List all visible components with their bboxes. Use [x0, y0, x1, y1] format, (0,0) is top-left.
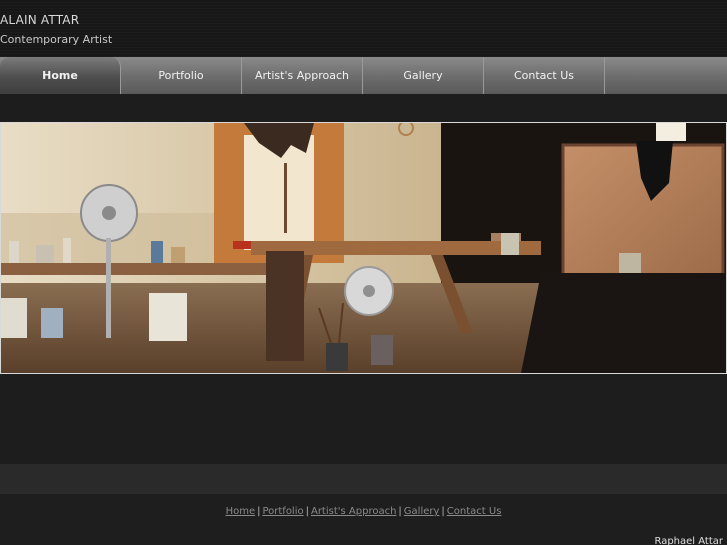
header: ALAIN ATTAR Contemporary Artist — [0, 0, 727, 57]
brush-jar — [326, 343, 348, 371]
hanging-cloth — [266, 251, 304, 361]
nav-item-contact-us[interactable]: Contact Us — [484, 57, 605, 94]
nav-item-gallery[interactable]: Gallery — [363, 57, 484, 94]
paint-bucket — [149, 293, 187, 341]
shelf — [1, 263, 301, 275]
site-title: ALAIN ATTAR — [0, 13, 80, 27]
page: ALAIN ATTAR Contemporary Artist Home Por… — [0, 0, 727, 545]
footer-separator: | — [305, 506, 309, 517]
site-subtitle: Contemporary Artist — [0, 33, 113, 46]
nav-item-portfolio[interactable]: Portfolio — [121, 57, 242, 94]
footer-separator: | — [441, 506, 445, 517]
nav-item-home[interactable]: Home — [0, 57, 121, 94]
footer: Home | Portfolio | Artist's Approach | Gallery… — [0, 494, 727, 545]
hero-studio-image — [0, 122, 727, 374]
studio-illustration — [1, 123, 726, 373]
site-credit: Raphael Attar — [654, 536, 723, 545]
footer-link-gallery[interactable]: Gallery — [404, 506, 440, 517]
footer-link-contact-us[interactable]: Contact Us — [447, 506, 502, 517]
nav-item-artists-approach[interactable]: Artist's Approach — [242, 57, 363, 94]
footer-link-portfolio[interactable]: Portfolio — [262, 506, 303, 517]
main-nav: Home Portfolio Artist's Approach Gallery… — [0, 57, 727, 94]
footer-links: Home | Portfolio | Artist's Approach | Gallery… — [0, 506, 727, 517]
footer-link-artists-approach[interactable]: Artist's Approach — [311, 506, 396, 517]
nav-sub-strip — [0, 94, 727, 122]
dark-canvas — [521, 273, 726, 373]
footer-band — [0, 464, 727, 494]
content-area — [0, 374, 727, 464]
footer-separator: | — [398, 506, 402, 517]
footer-link-home[interactable]: Home — [226, 506, 256, 517]
